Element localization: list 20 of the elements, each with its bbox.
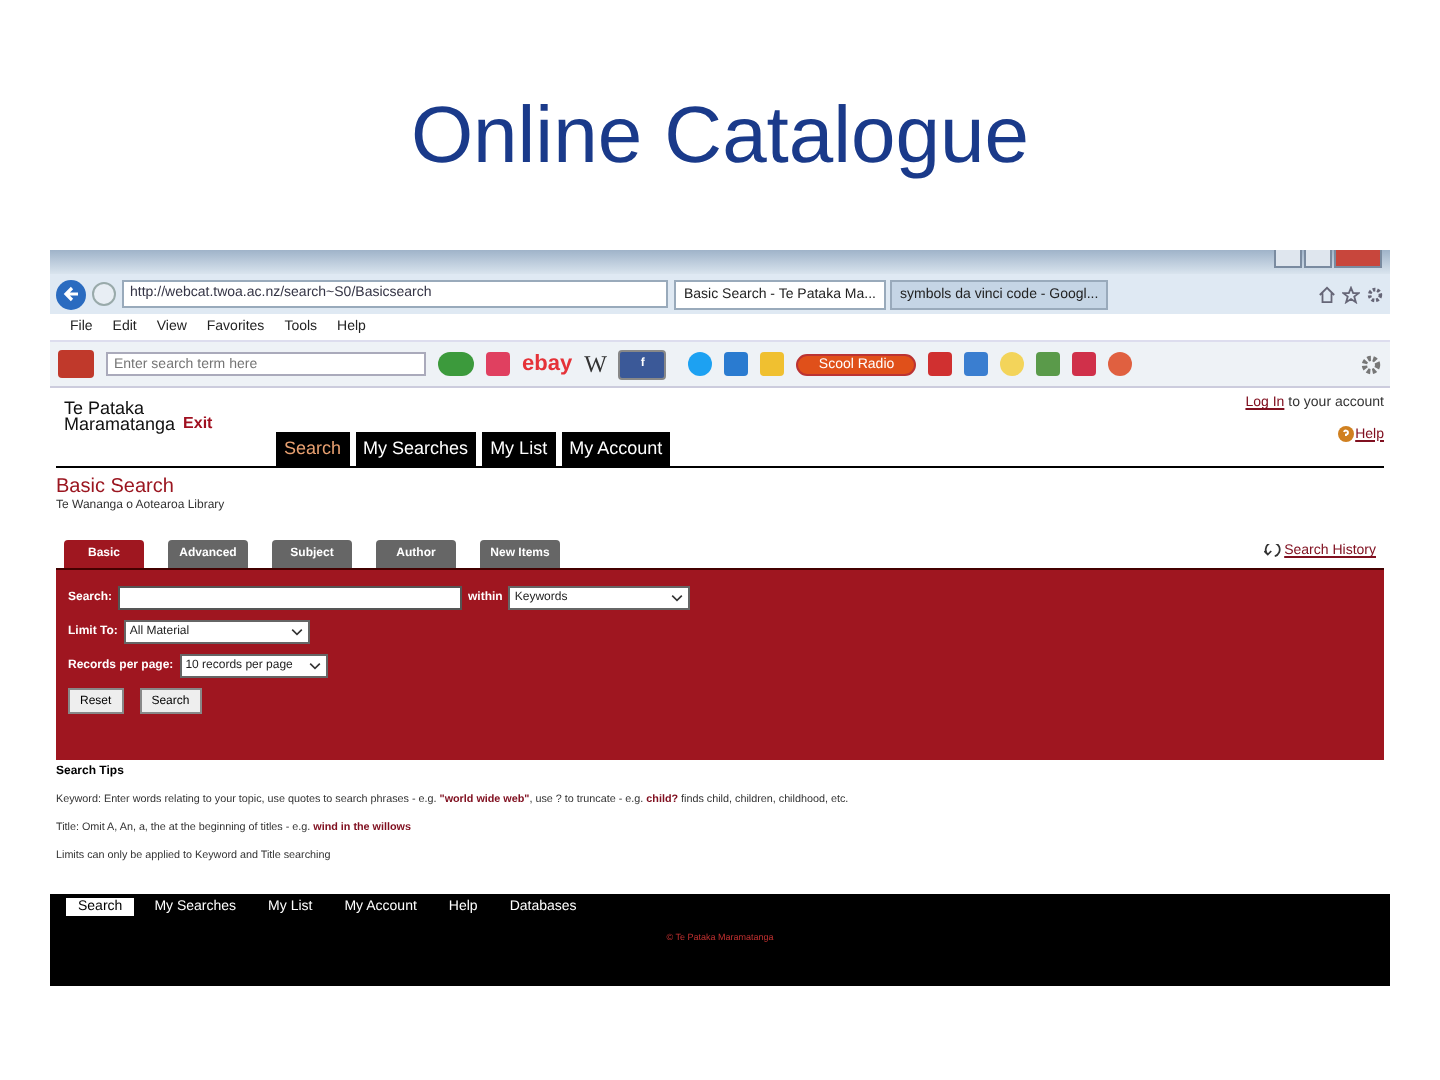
ebay-logo[interactable]: ebay xyxy=(522,352,573,376)
chevron-icon xyxy=(289,628,304,636)
home-icon[interactable] xyxy=(1318,285,1336,303)
nav-tab[interactable]: Search xyxy=(276,432,350,466)
search-input[interactable] xyxy=(118,586,463,610)
page-heading: Basic Search xyxy=(56,476,176,498)
star-icon[interactable] xyxy=(1342,285,1360,303)
help-icon xyxy=(1337,426,1354,442)
site-logo[interactable]: Te Pataka Maramatanga xyxy=(64,400,176,432)
chevron-icon xyxy=(307,662,322,670)
exit-link[interactable]: Exit xyxy=(183,414,213,432)
history-icon xyxy=(1264,544,1283,558)
minimize-button[interactable] xyxy=(1274,250,1302,268)
slide-title: Online Catalogue xyxy=(408,90,1032,184)
wiki-logo[interactable]: W xyxy=(584,349,607,379)
chevron-icon xyxy=(670,594,685,602)
nav-tab[interactable]: My List xyxy=(482,432,556,466)
nav-tab[interactable]: My Account xyxy=(561,432,671,466)
maximize-button[interactable] xyxy=(1304,250,1332,268)
nav-tab[interactable]: My Searches xyxy=(355,432,477,466)
